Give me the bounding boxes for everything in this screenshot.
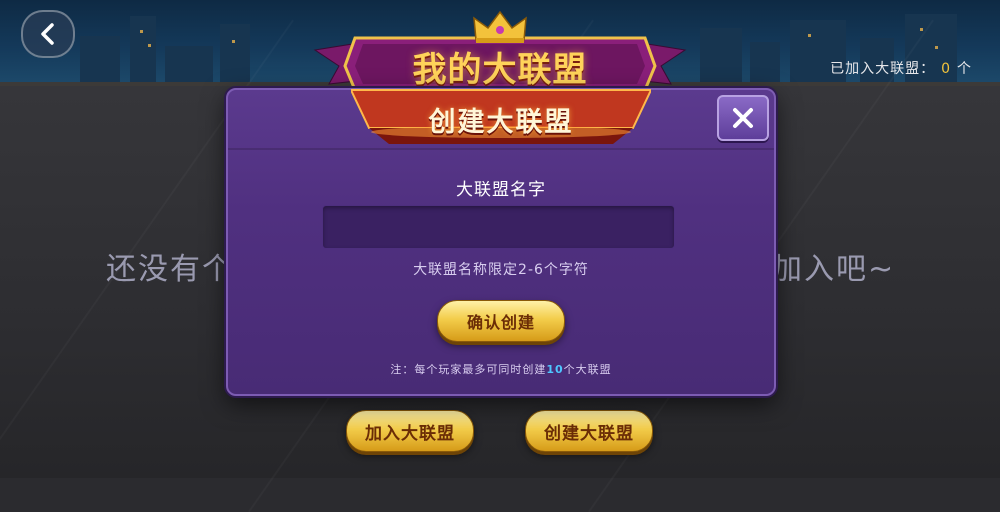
page-title-banner: 我的大联盟	[305, 8, 695, 92]
alliance-name-input[interactable]	[322, 205, 675, 249]
joined-count-label: 已加入大联盟： 0 个	[830, 58, 972, 78]
empty-hint-right: 加入吧~	[772, 252, 896, 287]
note-count: 10	[546, 363, 564, 376]
note-suffix: 个大联盟	[563, 363, 612, 376]
joined-count-value: 0	[941, 61, 951, 77]
create-limit-note: 注：每个玩家最多可同时创建10个大联盟	[226, 361, 776, 377]
joined-label-text: 已加入大联盟：	[830, 61, 936, 77]
note-prefix: 注：每个玩家最多可同时创建	[390, 363, 547, 376]
empty-hint-left: 还没有个	[106, 252, 234, 287]
close-dialog-button[interactable]	[717, 95, 769, 141]
join-alliance-button[interactable]: 加入大联盟	[346, 410, 474, 452]
back-button[interactable]	[21, 10, 75, 58]
crown-icon	[473, 10, 527, 43]
dialog-title: 创建大联盟	[428, 107, 574, 138]
chevron-left-icon	[41, 23, 54, 45]
create-alliance-button[interactable]: 创建大联盟	[525, 410, 653, 452]
joined-unit-text: 个	[957, 61, 972, 77]
dialog-title-banner: 创建大联盟	[351, 88, 651, 150]
name-length-hint: 大联盟名称限定2-6个字符	[413, 262, 589, 278]
page-title: 我的大联盟	[412, 50, 588, 90]
alliance-name-label: 大联盟名字	[456, 180, 546, 200]
confirm-create-button[interactable]: 确认创建	[437, 300, 565, 342]
close-icon	[733, 108, 753, 128]
